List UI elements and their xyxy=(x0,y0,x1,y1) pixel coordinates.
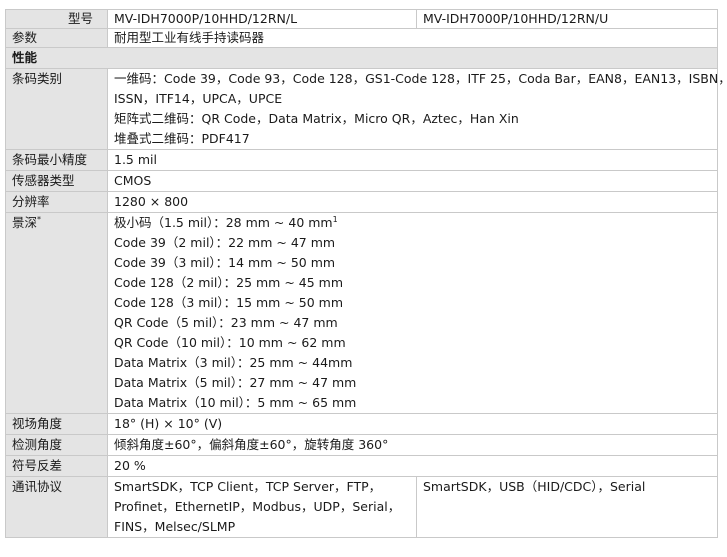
dof-line: Data Matrix（10 mil）：5 mm ~ 65 mm xyxy=(114,395,357,410)
resolution-label: 分辨率 xyxy=(5,191,108,213)
product-description: 耐用型工业有线手持读码器 xyxy=(107,28,718,48)
depth-of-field-label-cell: 景深* xyxy=(5,212,108,414)
dof-line: Code 39（3 mil）：14 mm ~ 50 mm xyxy=(114,255,336,270)
barcode-types-line: 一维码：Code 39，Code 93，Code 128，GS1-Code 12… xyxy=(114,71,727,86)
section-performance-title: 性能 xyxy=(5,47,718,69)
dof-line: Code 128（3 mil）：15 mm ~ 50 mm xyxy=(114,295,344,310)
field-of-view-row: 视场角度 18° (H) × 10° (V) xyxy=(5,413,718,435)
protocols-line: SmartSDK，TCP Client，TCP Server，FTP， xyxy=(114,479,382,494)
field-of-view-value: 18° (H) × 10° (V) xyxy=(107,413,718,435)
barcode-types-line: 堆叠式二维码：PDF417 xyxy=(114,131,250,146)
model-header-label: 型号 xyxy=(5,9,108,29)
depth-of-field-label: 景深 xyxy=(12,215,38,230)
protocols-row: 通讯协议 SmartSDK，TCP Client，TCP Server，FTP，… xyxy=(5,476,718,538)
symbol-contrast-value: 20 % xyxy=(107,455,718,477)
protocols-value-u: SmartSDK，USB（HID/CDC），Serial xyxy=(416,476,718,538)
barcode-types-value: 一维码：Code 39，Code 93，Code 128，GS1-Code 12… xyxy=(107,68,727,150)
sensor-type-label: 传感器类型 xyxy=(5,170,108,192)
dof-line: Data Matrix（3 mil）：25 mm ~ 44mm xyxy=(114,355,353,370)
model-name-l: MV-IDH7000P/10HHD/12RN/L xyxy=(107,9,417,29)
protocols-value-l: SmartSDK，TCP Client，TCP Server，FTP， Prof… xyxy=(107,476,417,538)
min-precision-label: 条码最小精度 xyxy=(5,149,108,171)
symbol-contrast-row: 符号反差 20 % xyxy=(5,455,718,477)
barcode-types-row: 条码类别 一维码：Code 39，Code 93，Code 128，GS1-Co… xyxy=(5,68,727,150)
depth-of-field-row: 景深* 极小码（1.5 mil）：28 mm ~ 40 mm1 Code 39（… xyxy=(5,212,718,414)
sensor-type-row: 传感器类型 CMOS xyxy=(5,170,718,192)
barcode-types-line: ISSN，ITF14，UPCA，UPCE xyxy=(114,91,283,106)
footnote-marker: * xyxy=(37,214,42,224)
model-name-u: MV-IDH7000P/10HHD/12RN/U xyxy=(416,9,718,29)
model-row: 型号 MV-IDH7000P/10HHD/12RN/L MV-IDH7000P/… xyxy=(5,9,718,29)
field-of-view-label: 视场角度 xyxy=(5,413,108,435)
barcode-types-line: 矩阵式二维码：QR Code，Data Matrix，Micro QR，Azte… xyxy=(114,111,519,126)
spec-table: 型号 MV-IDH7000P/10HHD/12RN/L MV-IDH7000P/… xyxy=(5,9,727,538)
footnote-marker: 1 xyxy=(332,214,338,224)
dof-line: Code 39（2 mil）：22 mm ~ 47 mm xyxy=(114,235,336,250)
detection-angle-row: 检测角度 倾斜角度±60°，偏斜角度±60°，旋转角度 360° xyxy=(5,434,718,456)
dof-line: 极小码（1.5 mil）：28 mm ~ 40 mm1 xyxy=(114,213,717,233)
dof-line: QR Code（5 mil）：23 mm ~ 47 mm xyxy=(114,315,338,330)
protocols-line: Profinet，EthernetIP，Modbus，UDP，Serial， xyxy=(114,499,401,514)
detection-angle-label: 检测角度 xyxy=(5,434,108,456)
min-precision-row: 条码最小精度 1.5 mil xyxy=(5,149,718,171)
sensor-type-value: CMOS xyxy=(107,170,718,192)
resolution-value: 1280 × 800 xyxy=(107,191,718,213)
depth-of-field-value: 极小码（1.5 mil）：28 mm ~ 40 mm1 Code 39（2 mi… xyxy=(107,212,718,414)
protocols-label: 通讯协议 xyxy=(5,476,108,538)
dof-line: QR Code（10 mil）：10 mm ~ 62 mm xyxy=(114,335,346,350)
barcode-types-label: 条码类别 xyxy=(5,68,108,150)
min-precision-value: 1.5 mil xyxy=(107,149,718,171)
symbol-contrast-label: 符号反差 xyxy=(5,455,108,477)
product-desc-row: 参数 耐用型工业有线手持读码器 xyxy=(5,28,718,48)
resolution-row: 分辨率 1280 × 800 xyxy=(5,191,718,213)
dof-line-text: 极小码（1.5 mil）：28 mm ~ 40 mm xyxy=(114,215,333,230)
params-header-label: 参数 xyxy=(5,28,108,48)
dof-line: Data Matrix（5 mil）：27 mm ~ 47 mm xyxy=(114,375,357,390)
protocols-line: FINS，Melsec/SLMP xyxy=(114,519,236,534)
section-performance-row: 性能 xyxy=(5,47,718,69)
detection-angle-value: 倾斜角度±60°，偏斜角度±60°，旋转角度 360° xyxy=(107,434,718,456)
dof-line: Code 128（2 mil）：25 mm ~ 45 mm xyxy=(114,275,344,290)
